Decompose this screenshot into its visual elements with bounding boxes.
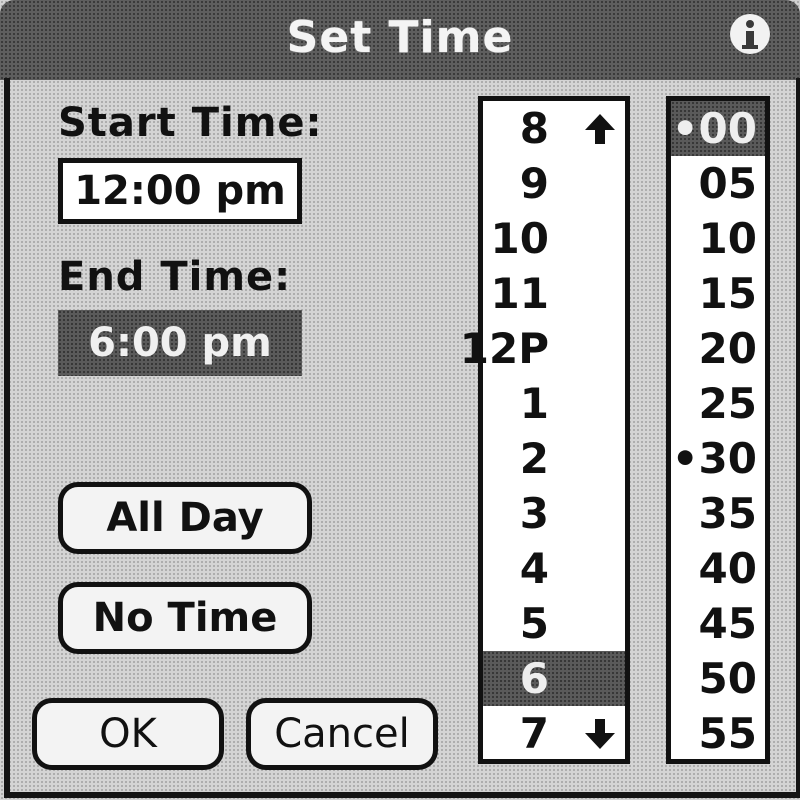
minute-item[interactable]: 25 — [671, 376, 765, 431]
hour-item-label: 12P — [459, 324, 549, 373]
hour-item-label: 4 — [519, 544, 549, 593]
cancel-button[interactable]: Cancel — [246, 698, 438, 770]
minute-item[interactable]: 45 — [671, 596, 765, 651]
hour-item[interactable]: 5 — [483, 596, 625, 651]
hour-item-label: 1 — [519, 379, 549, 428]
dialog-title: Set Time — [286, 12, 514, 63]
arrow-down-icon[interactable] — [583, 717, 617, 751]
minute-item[interactable]: 35 — [671, 486, 765, 541]
hour-item-label: 2 — [519, 434, 549, 483]
minute-item-selected[interactable]: •00 — [671, 101, 765, 156]
minute-item[interactable]: 55 — [671, 706, 765, 761]
title-bar: Set Time — [0, 0, 800, 80]
hour-item-label: 7 — [519, 709, 549, 758]
minute-item[interactable]: •30 — [671, 431, 765, 486]
hour-item-label: 8 — [519, 104, 549, 153]
hour-item-label: 3 — [519, 489, 549, 538]
no-time-button[interactable]: No Time — [58, 582, 312, 654]
hour-item-selected[interactable]: 6 — [483, 651, 625, 706]
start-time-label: Start Time: — [58, 100, 323, 146]
end-time-field[interactable]: 6:00 pm — [58, 310, 302, 376]
all-day-button[interactable]: All Day — [58, 482, 312, 554]
hour-item-label: 5 — [519, 599, 549, 648]
minute-list[interactable]: •00 05 10 15 20 25 •30 35 40 45 50 55 — [666, 96, 770, 764]
hour-item[interactable]: 11 — [483, 266, 625, 321]
minute-item[interactable]: 10 — [671, 211, 765, 266]
hour-item[interactable]: 10 — [483, 211, 625, 266]
hour-item[interactable]: 8 — [483, 101, 625, 156]
hour-item[interactable]: 2 — [483, 431, 625, 486]
hour-list[interactable]: 8 9 10 11 12P 1 2 3 4 5 6 7 — [460, 96, 630, 764]
minute-item[interactable]: 50 — [671, 651, 765, 706]
minute-item[interactable]: 20 — [671, 321, 765, 376]
minute-item[interactable]: 05 — [671, 156, 765, 211]
minute-item[interactable]: 40 — [671, 541, 765, 596]
hour-item-label: 6 — [519, 654, 549, 703]
hour-item[interactable]: 1 — [483, 376, 625, 431]
hour-item-label: 10 — [490, 214, 549, 263]
hour-item[interactable]: 7 — [483, 706, 625, 761]
set-time-dialog: Set Time Start Time: 12:00 pm End Time: … — [0, 0, 800, 800]
hour-item[interactable]: 3 — [483, 486, 625, 541]
end-time-label: End Time: — [58, 254, 292, 300]
hour-item-label: 11 — [490, 269, 549, 318]
hour-item[interactable]: 4 — [483, 541, 625, 596]
arrow-up-icon[interactable] — [583, 112, 617, 146]
info-icon[interactable] — [728, 12, 772, 56]
minute-item[interactable]: 15 — [671, 266, 765, 321]
hour-item-label: 9 — [519, 159, 549, 208]
start-time-field[interactable]: 12:00 pm — [58, 158, 302, 224]
hour-item[interactable]: 12P — [460, 321, 625, 376]
ok-button[interactable]: OK — [32, 698, 224, 770]
hour-item[interactable]: 9 — [483, 156, 625, 211]
